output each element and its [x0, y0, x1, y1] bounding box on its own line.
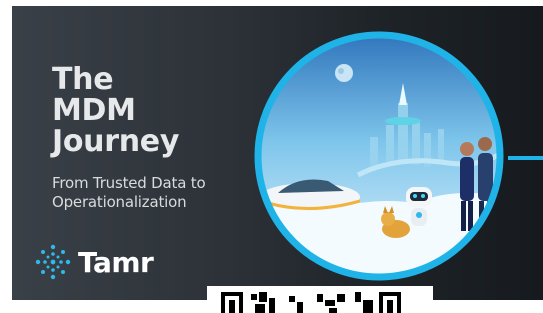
- subtitle-line-2: Operationalization: [52, 193, 187, 211]
- subtitle-line-1: From Trusted Data to: [52, 174, 206, 192]
- futuristic-city-illustration: [254, 31, 504, 281]
- slide-subtitle: From Trusted Data to Operationalization: [52, 174, 206, 212]
- title-line-2: MDM: [52, 93, 136, 128]
- title-line-1: The: [52, 62, 114, 97]
- accent-connector-line: [508, 156, 543, 160]
- tamr-logo: Tamr: [34, 243, 154, 281]
- qr-code: [207, 286, 433, 313]
- title-line-3: Journey: [52, 124, 180, 159]
- logo-wordmark: Tamr: [78, 245, 154, 279]
- slide-title: The MDM Journey: [52, 64, 179, 157]
- tamr-dots-icon: [35, 244, 71, 280]
